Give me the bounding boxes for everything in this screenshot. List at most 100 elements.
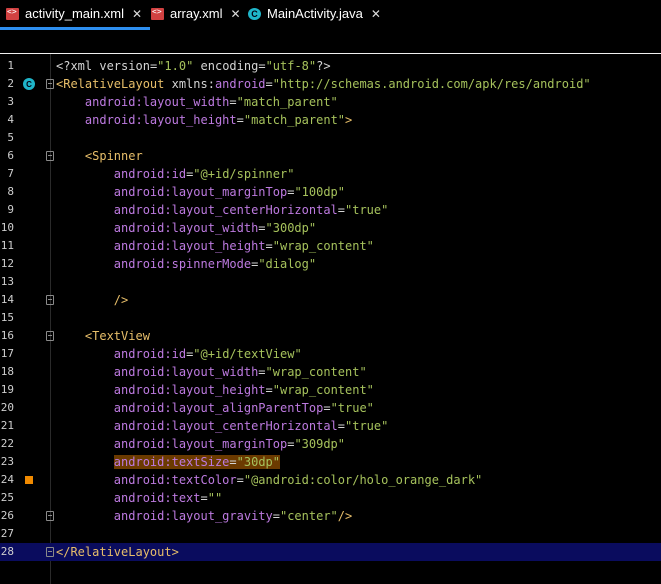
- code-token: "match_parent": [243, 113, 346, 127]
- code-text: <?xml version="1.0" encoding="utf-8"?>: [56, 57, 331, 75]
- code-line[interactable]: 9 android:layout_centerHorizontal="true": [0, 201, 661, 219]
- code-line[interactable]: 27: [0, 525, 661, 543]
- code-line[interactable]: 3 android:layout_width="match_parent": [0, 93, 661, 111]
- code-text: android:text="": [56, 489, 222, 507]
- code-line[interactable]: 19 android:layout_height="wrap_content": [0, 381, 661, 399]
- code-line[interactable]: 23 android:textSize="30dp": [0, 453, 661, 471]
- code-token: :spinnerMode: [164, 257, 252, 271]
- line-number: 20: [0, 401, 14, 414]
- line-number: 24: [0, 473, 14, 486]
- code-token: ?>: [316, 59, 331, 73]
- fold-toggle-icon[interactable]: [46, 79, 54, 89]
- code-token: :textColor: [164, 473, 237, 487]
- code-text: <Spinner: [56, 147, 143, 165]
- code-token: :layout_width: [164, 221, 259, 235]
- class-icon: C: [248, 7, 261, 20]
- code-token: =: [265, 383, 273, 397]
- code-token: "@+id/textView": [193, 347, 302, 361]
- fold-toggle-icon[interactable]: [46, 547, 54, 557]
- code-line[interactable]: 20 android:layout_alignParentTop="true": [0, 399, 661, 417]
- tab-activity-main-xml[interactable]: activity_main.xml ✕: [6, 0, 142, 27]
- code-line[interactable]: 24 android:textColor="@android:color/hol…: [0, 471, 661, 489]
- code-token: :layout_height: [164, 239, 266, 253]
- code-text: android:layout_height="wrap_content": [56, 237, 374, 255]
- code-text: android:layout_height="wrap_content": [56, 381, 374, 399]
- close-icon[interactable]: ✕: [132, 7, 142, 21]
- code-line[interactable]: 17 android:id="@+id/textView": [0, 345, 661, 363]
- code-token: "true": [345, 203, 389, 217]
- code-token: =: [229, 95, 237, 109]
- close-icon[interactable]: ✕: [371, 7, 381, 21]
- color-swatch-icon[interactable]: [25, 476, 33, 484]
- code-line[interactable]: 16 <TextView: [0, 327, 661, 345]
- code-token: "dialog": [258, 257, 317, 271]
- tab-mainactivity-java[interactable]: C MainActivity.java ✕: [248, 0, 381, 27]
- code-token: <?: [56, 59, 71, 73]
- code-token: "wrap_content": [265, 365, 367, 379]
- code-line[interactable]: 28 </RelativeLayout>: [0, 543, 661, 561]
- code-text: android:layout_width="300dp": [56, 219, 316, 237]
- code-token: />: [113, 293, 129, 307]
- code-token: =: [258, 221, 266, 235]
- code-line[interactable]: 4 android:layout_height="match_parent">: [0, 111, 661, 129]
- code-token: =: [236, 473, 244, 487]
- code-token: xml version: [70, 59, 150, 73]
- code-line[interactable]: 13: [0, 273, 661, 291]
- code-line[interactable]: 10 android:layout_width="300dp": [0, 219, 661, 237]
- code-token: <TextView: [84, 329, 150, 343]
- code-token: "100dp": [294, 185, 346, 199]
- code-token: "@android:color/holo_orange_dark": [243, 473, 483, 487]
- code-line[interactable]: 5: [0, 129, 661, 147]
- code-token: "center": [279, 509, 338, 523]
- code-line[interactable]: 25 android:text="": [0, 489, 661, 507]
- code-token: :layout_marginTop: [164, 437, 288, 451]
- code-text: android:layout_marginTop="100dp": [56, 183, 345, 201]
- tab-array-xml[interactable]: array.xml ✕: [151, 0, 241, 27]
- line-number: 1: [7, 59, 14, 72]
- code-line[interactable]: 12 android:spinnerMode="dialog": [0, 255, 661, 273]
- code-token: android: [113, 383, 165, 397]
- fold-toggle-icon[interactable]: [46, 151, 54, 161]
- code-token: android: [113, 203, 165, 217]
- code-line[interactable]: 1 <?xml version="1.0" encoding="utf-8"?>: [0, 57, 661, 75]
- code-line[interactable]: 26 android:layout_gravity="center"/>: [0, 507, 661, 525]
- fold-toggle-icon[interactable]: [46, 511, 54, 521]
- line-number: 5: [7, 131, 14, 144]
- line-number: 18: [0, 365, 14, 378]
- code-line[interactable]: 2 C <RelativeLayout xmlns:android="http://…: [0, 75, 661, 93]
- code-token: android: [84, 95, 136, 109]
- code-line[interactable]: 11 android:layout_height="wrap_content": [0, 237, 661, 255]
- fold-toggle-icon[interactable]: [46, 295, 54, 305]
- line-number: 26: [0, 509, 14, 522]
- code-token: >: [345, 113, 353, 127]
- code-token: android: [113, 455, 165, 469]
- code-line[interactable]: 21 android:layout_centerHorizontal="true…: [0, 417, 661, 435]
- code-token: :layout_alignParentTop: [164, 401, 324, 415]
- code-token: "@+id/spinner": [193, 167, 295, 181]
- code-token: "wrap_content": [272, 383, 374, 397]
- code-token: "30dp": [236, 455, 280, 469]
- close-icon[interactable]: ✕: [230, 7, 240, 21]
- code-line[interactable]: 22 android:layout_marginTop="309dp": [0, 435, 661, 453]
- code-token: =: [236, 113, 244, 127]
- class-marker-icon[interactable]: C: [23, 78, 35, 90]
- code-token: android: [113, 401, 165, 415]
- code-line[interactable]: 15: [0, 309, 661, 327]
- line-number: 15: [0, 311, 14, 324]
- code-token: :textSize: [164, 455, 230, 469]
- code-line[interactable]: 14 />: [0, 291, 661, 309]
- code-line[interactable]: 18 android:layout_width="wrap_content": [0, 363, 661, 381]
- fold-toggle-icon[interactable]: [46, 331, 54, 341]
- code-text: android:layout_width="wrap_content": [56, 363, 367, 381]
- code-text: android:layout_alignParentTop="true": [56, 399, 374, 417]
- line-number: 3: [7, 95, 14, 108]
- line-number: 7: [7, 167, 14, 180]
- code-editor[interactable]: 1 <?xml version="1.0" encoding="utf-8"?> 2…: [0, 54, 661, 584]
- code-line[interactable]: 7 android:id="@+id/spinner": [0, 165, 661, 183]
- code-text: android:textSize="30dp": [56, 453, 280, 471]
- code-line[interactable]: 6 <Spinner: [0, 147, 661, 165]
- tab-label: MainActivity.java: [267, 6, 363, 21]
- line-number: 27: [0, 527, 14, 540]
- xml-file-icon: [6, 7, 19, 20]
- code-line[interactable]: 8 android:layout_marginTop="100dp": [0, 183, 661, 201]
